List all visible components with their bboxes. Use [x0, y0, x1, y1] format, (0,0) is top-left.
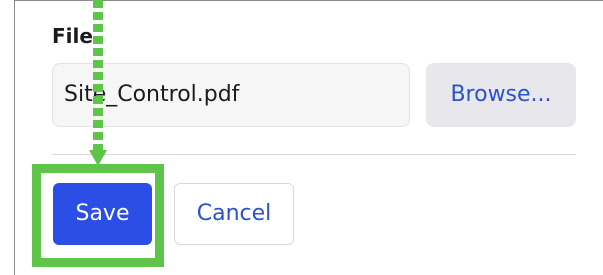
form-divider	[52, 154, 576, 155]
annotation-arrow-head-icon	[89, 150, 107, 166]
save-button[interactable]: Save	[53, 183, 152, 245]
file-label: File	[52, 24, 93, 48]
file-name-field[interactable]: Site_Control.pdf	[52, 63, 410, 127]
screenshot-canvas: File Site_Control.pdf Browse... Save Can…	[0, 0, 603, 275]
cancel-button[interactable]: Cancel	[174, 183, 294, 245]
annotation-arrow-line	[93, 0, 103, 152]
browse-button[interactable]: Browse...	[426, 63, 576, 127]
